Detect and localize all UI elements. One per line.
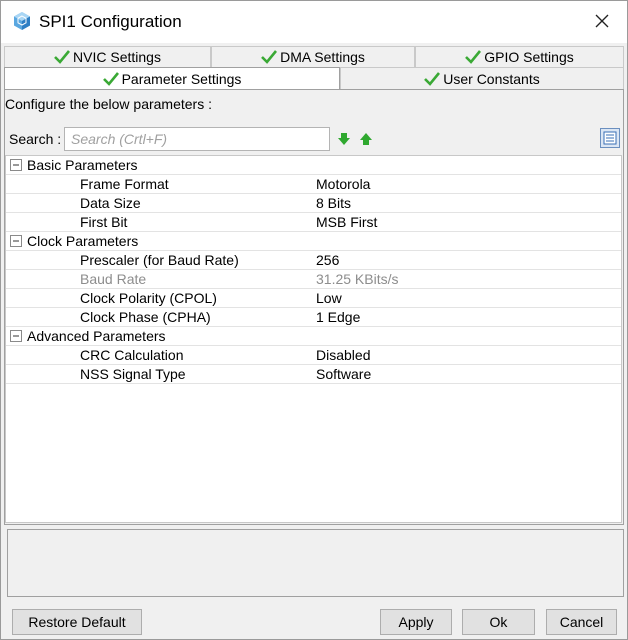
tab-dma-settings[interactable]: DMA Settings	[211, 46, 415, 67]
param-row-first-bit[interactable]: First Bit MSB First	[6, 213, 621, 232]
param-row-baud-rate: Baud Rate 31.25 KBits/s	[6, 270, 621, 289]
group-label: Clock Parameters	[27, 233, 139, 249]
title-bar: SPI1 Configuration	[1, 1, 627, 43]
list-view-icon[interactable]	[600, 128, 620, 148]
param-name: Clock Phase (CPHA)	[80, 309, 211, 325]
tab-label: Parameter Settings	[121, 70, 242, 87]
param-value: 31.25 KBits/s	[316, 271, 399, 287]
group-row-advanced-parameters[interactable]: Advanced Parameters	[6, 327, 621, 346]
param-name: Clock Polarity (CPOL)	[80, 290, 217, 306]
cancel-button[interactable]: Cancel	[546, 609, 617, 635]
param-name: NSS Signal Type	[80, 366, 186, 382]
param-value[interactable]: Motorola	[316, 175, 370, 193]
tab-label: NVIC Settings	[73, 49, 161, 65]
param-name: First Bit	[80, 214, 128, 230]
check-icon	[102, 71, 119, 86]
tab-row-1: NVIC Settings DMA Settings GPIO Settings	[4, 46, 624, 67]
group-row-basic-parameters[interactable]: Basic Parameters	[6, 156, 621, 175]
tab-label: DMA Settings	[280, 49, 365, 65]
search-input[interactable]	[64, 127, 330, 151]
collapse-icon[interactable]	[10, 159, 22, 171]
param-name: Data Size	[80, 195, 141, 211]
spi-configuration-dialog: SPI1 Configuration NVIC Settings DMA Set…	[0, 0, 628, 640]
collapse-icon[interactable]	[10, 330, 22, 342]
param-value[interactable]: 8 Bits	[316, 194, 351, 212]
group-row-clock-parameters[interactable]: Clock Parameters	[6, 232, 621, 251]
param-row-clock-polarity[interactable]: Clock Polarity (CPOL) Low	[6, 289, 621, 308]
close-icon[interactable]	[591, 10, 613, 32]
apply-button[interactable]: Apply	[380, 609, 452, 635]
restore-default-button[interactable]: Restore Default	[12, 609, 142, 635]
tab-user-constants[interactable]: User Constants	[340, 67, 624, 89]
param-name: Prescaler (for Baud Rate)	[80, 252, 239, 268]
param-value[interactable]: Software	[316, 365, 371, 383]
param-value[interactable]: 1 Edge	[316, 308, 360, 326]
cube-app-icon	[14, 12, 30, 30]
param-name: Frame Format	[80, 176, 169, 192]
param-row-nss-signal-type[interactable]: NSS Signal Type Software	[6, 365, 621, 384]
tab-label: GPIO Settings	[484, 49, 574, 65]
param-value[interactable]: 256	[316, 251, 339, 269]
check-icon	[261, 50, 278, 64]
param-row-crc-calculation[interactable]: CRC Calculation Disabled	[6, 346, 621, 365]
param-row-clock-phase[interactable]: Clock Phase (CPHA) 1 Edge	[6, 308, 621, 327]
search-label: Search :	[9, 131, 62, 147]
parameter-grid: Basic Parameters Frame Format Motorola D…	[5, 155, 622, 523]
tab-row-2: Parameter Settings User Constants	[4, 67, 624, 89]
param-value[interactable]: Disabled	[316, 346, 370, 364]
group-label: Basic Parameters	[27, 157, 138, 173]
tab-nvic-settings[interactable]: NVIC Settings	[4, 46, 211, 67]
collapse-icon[interactable]	[10, 235, 22, 247]
param-row-prescaler[interactable]: Prescaler (for Baud Rate) 256	[6, 251, 621, 270]
param-name: CRC Calculation	[80, 347, 184, 363]
description-panel	[7, 529, 624, 597]
param-row-data-size[interactable]: Data Size 8 Bits	[6, 194, 621, 213]
param-value[interactable]: Low	[316, 289, 342, 307]
check-icon	[465, 50, 482, 64]
tab-parameter-settings[interactable]: Parameter Settings	[4, 67, 340, 89]
param-row-frame-format[interactable]: Frame Format Motorola	[6, 175, 621, 194]
param-value[interactable]: MSB First	[316, 213, 377, 231]
configure-label: Configure the below parameters :	[5, 96, 212, 112]
window-title: SPI1 Configuration	[39, 12, 182, 31]
arrow-up-icon[interactable]	[359, 132, 373, 146]
group-label: Advanced Parameters	[27, 328, 166, 344]
check-icon	[424, 71, 441, 86]
arrow-down-icon[interactable]	[337, 132, 351, 146]
tab-label: User Constants	[443, 70, 540, 87]
tab-gpio-settings[interactable]: GPIO Settings	[415, 46, 624, 67]
check-icon	[54, 50, 71, 64]
param-name: Baud Rate	[80, 271, 147, 287]
ok-button[interactable]: Ok	[462, 609, 535, 635]
